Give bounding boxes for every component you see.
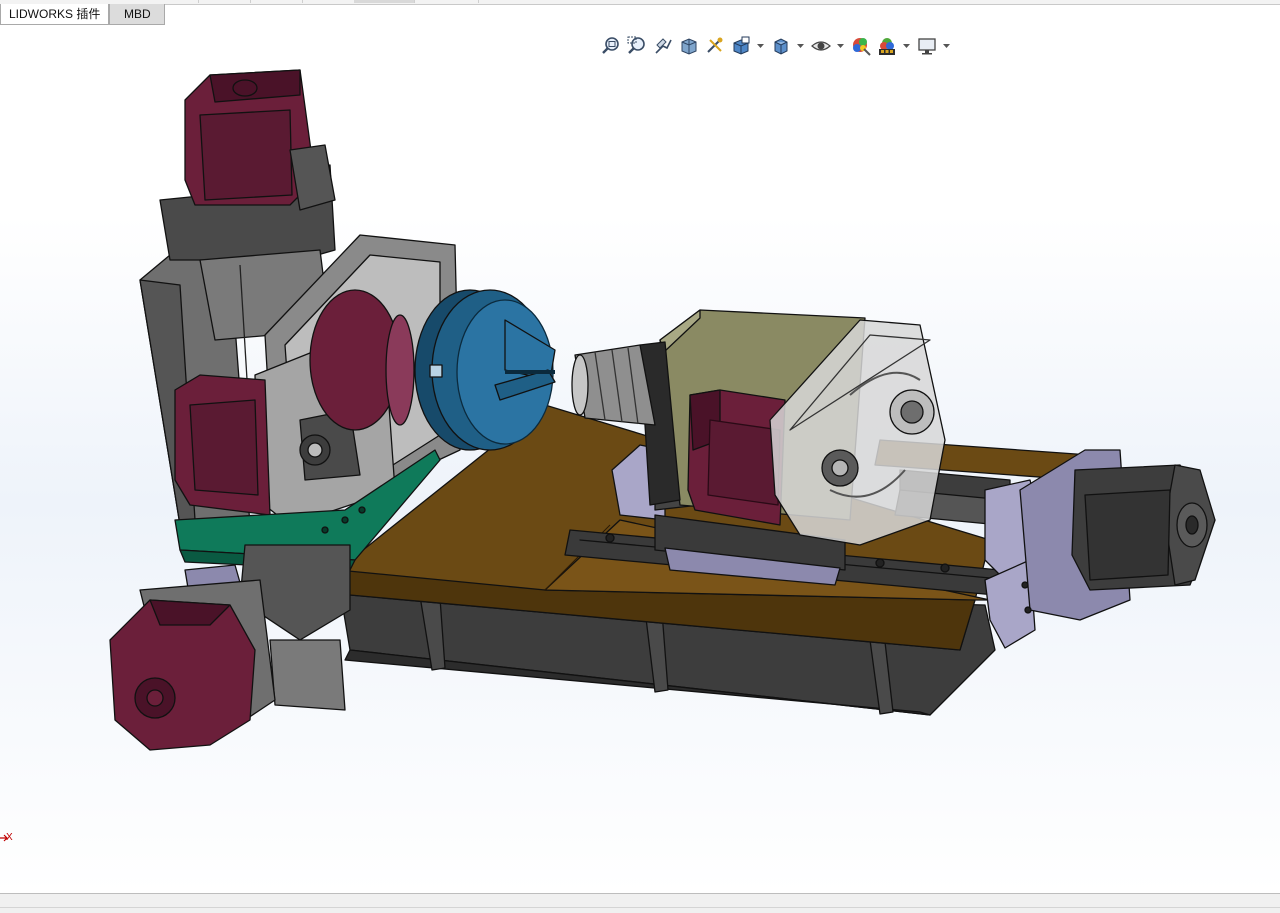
x-axis-motor — [1071, 464, 1216, 591]
spindle-motor — [687, 389, 786, 526]
triad-x-label: X — [6, 832, 13, 843]
three-jaw-chuck — [414, 289, 556, 451]
command-tabs: LIDWORKS 插件 MBD — [0, 4, 166, 26]
spindle-collet — [571, 344, 656, 426]
tab-mbd[interactable]: MBD — [109, 4, 166, 25]
headstock-motor — [174, 374, 271, 516]
tab-solidworks-addins[interactable]: LIDWORKS 插件 — [0, 4, 110, 25]
command-manager-strip — [0, 0, 1280, 5]
y-axis-motor — [109, 599, 256, 751]
solidworks-window: LIDWORKS 插件 MBD X — [0, 0, 1280, 913]
z-axis-motor — [184, 69, 336, 211]
lathe-assembly-model[interactable] — [0, 26, 1280, 893]
reference-triad: X — [0, 832, 16, 844]
status-bar — [0, 893, 1280, 913]
